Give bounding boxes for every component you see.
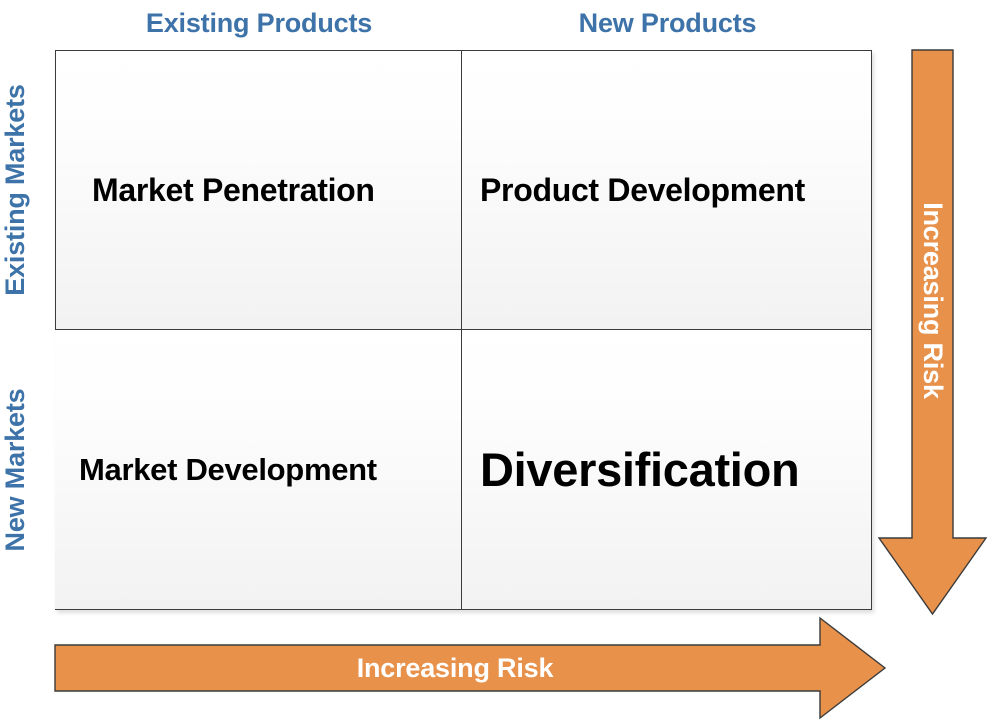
quadrant-label-market-development: Market Development [79, 451, 377, 487]
quadrant-label-diversification: Diversification [480, 443, 800, 496]
arrow-right-shape-icon [54, 616, 887, 720]
quadrant-diversification[interactable]: Diversification [462, 330, 872, 610]
column-header-existing-products: Existing Products [145, 8, 373, 38]
quadrant-market-development[interactable]: Market Development [55, 330, 462, 610]
arrow-down-shape-icon [877, 49, 987, 616]
row-header-existing-markets: Existing Markets [0, 84, 30, 296]
increasing-risk-arrow-down-icon [877, 49, 987, 616]
column-header-new-products: New Products [578, 8, 757, 38]
increasing-risk-arrow-right-icon [54, 616, 955, 720]
quadrant-market-penetration[interactable]: Market Penetration [55, 50, 462, 330]
quadrant-label-market-penetration: Market Penetration [92, 171, 375, 208]
ansoff-matrix-grid: Market Penetration Product Development M… [55, 50, 872, 610]
quadrant-product-development[interactable]: Product Development [462, 50, 872, 330]
row-header-new-markets: New Markets [0, 388, 30, 552]
quadrant-label-product-development: Product Development [480, 171, 806, 208]
